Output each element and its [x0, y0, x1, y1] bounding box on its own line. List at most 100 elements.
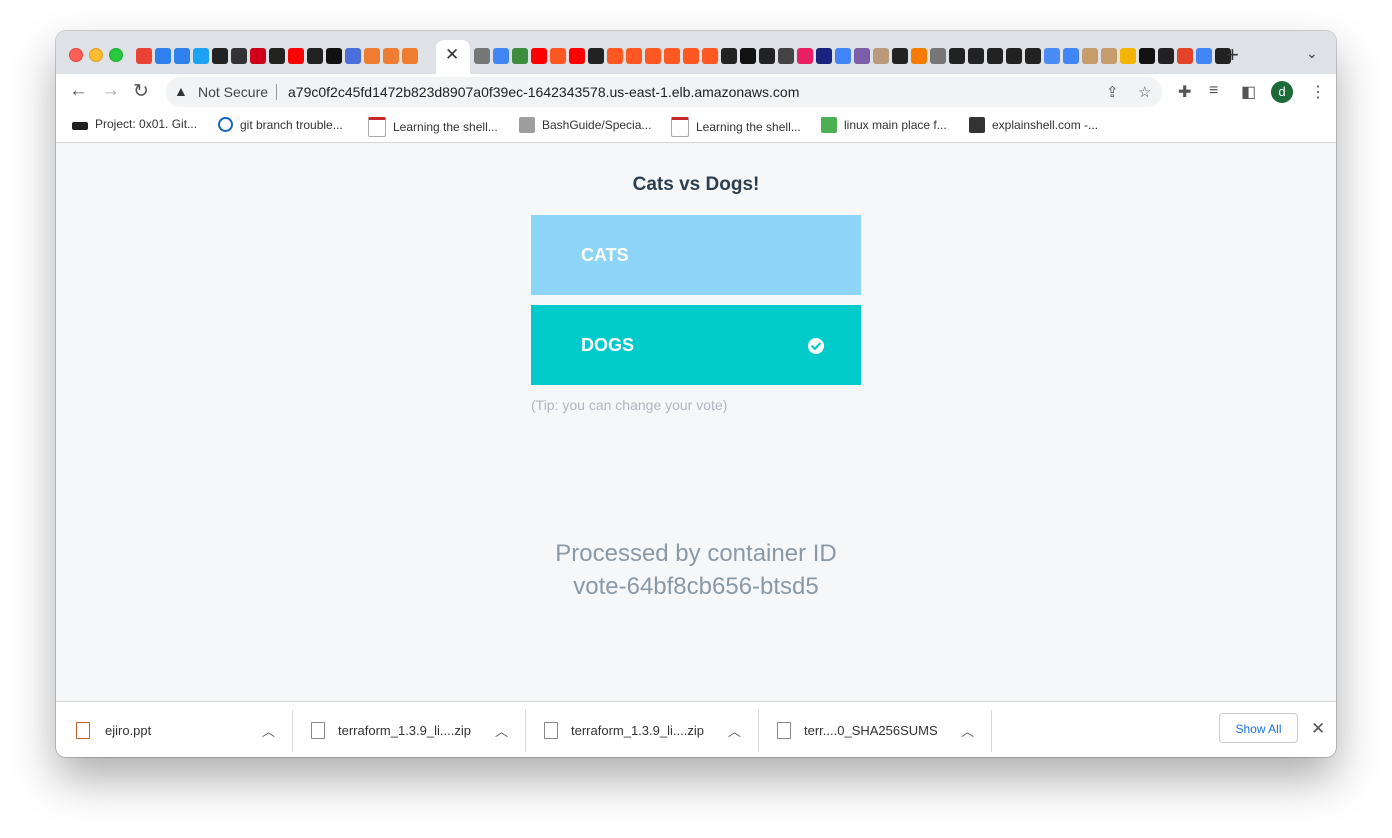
tab-favicon[interactable] — [664, 48, 680, 64]
tab-favicon[interactable] — [968, 48, 984, 64]
tab-favicon[interactable] — [345, 48, 361, 64]
tab-search-chevron-icon[interactable]: ⌄ — [1306, 45, 1318, 62]
close-tab-icon[interactable]: ✕ — [445, 45, 459, 65]
share-icon[interactable]: ⇪ — [1106, 83, 1119, 101]
reload-icon[interactable]: ↻ — [133, 80, 149, 103]
chevron-up-icon[interactable]: ︿ — [495, 721, 508, 740]
tab-favicon[interactable] — [212, 48, 228, 64]
chevron-up-icon[interactable]: ︿ — [262, 721, 275, 740]
warning-icon[interactable]: ▲ — [174, 83, 188, 99]
download-item[interactable]: ejiro.ppt ︿ — [56, 702, 292, 757]
tab-favicon[interactable] — [1158, 48, 1174, 64]
window-close-button[interactable] — [69, 48, 83, 62]
bookmark-item[interactable]: BashGuide/Specia... — [519, 117, 651, 133]
reading-list-icon[interactable]: ≡ — [1209, 82, 1218, 100]
tab-favicon[interactable] — [136, 48, 152, 64]
tab-favicon[interactable] — [193, 48, 209, 64]
tab-favicon[interactable] — [288, 48, 304, 64]
explainshell-icon — [969, 117, 985, 133]
tab-favicon[interactable] — [873, 48, 889, 64]
tab-favicon[interactable] — [987, 48, 1003, 64]
new-tab-button[interactable]: + — [1226, 42, 1239, 68]
tab-favicon[interactable] — [155, 48, 171, 64]
tab-favicon[interactable] — [778, 48, 794, 64]
tab-favicon[interactable] — [383, 48, 399, 64]
extensions-puzzle-icon[interactable]: ✚ — [1178, 82, 1191, 102]
address-bar[interactable]: ▲ Not Secure a79c0f2c45fd1472b823d8907a0… — [166, 77, 1162, 107]
active-tab[interactable]: ✕ — [436, 40, 470, 74]
tab-favicon[interactable] — [1063, 48, 1079, 64]
tab-favicon[interactable] — [949, 48, 965, 64]
download-filename: terr....0_SHA256SUMS — [804, 723, 938, 738]
more-menu-icon[interactable]: ⋮ — [1310, 82, 1326, 102]
tab-favicon[interactable] — [607, 48, 623, 64]
show-all-downloads-button[interactable]: Show All — [1219, 713, 1298, 743]
tab-favicon[interactable] — [797, 48, 813, 64]
tab-favicon[interactable] — [174, 48, 190, 64]
tab-favicon[interactable] — [835, 48, 851, 64]
tab-favicon[interactable] — [892, 48, 908, 64]
ppt-file-icon — [76, 722, 90, 739]
tab-favicon[interactable] — [740, 48, 756, 64]
tab-favicon[interactable] — [1120, 48, 1136, 64]
window-maximize-button[interactable] — [109, 48, 123, 62]
bookmark-item[interactable]: git branch trouble... — [218, 117, 343, 132]
tab-favicon[interactable] — [474, 48, 490, 64]
tab-favicon[interactable] — [402, 48, 418, 64]
tab-favicon[interactable] — [364, 48, 380, 64]
tab-favicon[interactable] — [250, 48, 266, 64]
tab-favicon[interactable] — [854, 48, 870, 64]
tab-favicon[interactable] — [1101, 48, 1117, 64]
tab-favicon[interactable] — [930, 48, 946, 64]
close-downloads-icon[interactable]: ✕ — [1311, 719, 1325, 739]
tab-favicon[interactable] — [626, 48, 642, 64]
tab-favicon[interactable] — [512, 48, 528, 64]
tab-favicon[interactable] — [911, 48, 927, 64]
tab-favicon[interactable] — [1044, 48, 1060, 64]
side-panel-icon[interactable]: ◧ — [1241, 82, 1256, 102]
back-arrow-icon[interactable]: ← — [69, 80, 88, 102]
download-item[interactable]: terraform_1.3.9_li....zip ︿ — [526, 702, 758, 757]
bookmark-item[interactable]: linux main place f... — [821, 117, 947, 133]
tab-favicon[interactable] — [1139, 48, 1155, 64]
tab-favicon[interactable] — [1025, 48, 1041, 64]
browser-window: ✕ + ⌄ ← → ↻ ▲ Not Secure a79c0f2c45fd147… — [56, 31, 1336, 757]
url-text[interactable]: a79c0f2c45fd1472b823d8907a0f39ec-1642343… — [288, 84, 799, 100]
vote-dogs-button[interactable]: DOGS — [531, 305, 861, 385]
forward-arrow-icon[interactable]: → — [101, 80, 120, 102]
profile-avatar[interactable]: d — [1271, 81, 1293, 103]
bookmark-item[interactable]: explainshell.com -... — [969, 117, 1098, 133]
tab-favicon[interactable] — [683, 48, 699, 64]
tab-favicon[interactable] — [269, 48, 285, 64]
tab-favicon[interactable] — [307, 48, 323, 64]
tab-favicon[interactable] — [493, 48, 509, 64]
tab-favicon[interactable] — [759, 48, 775, 64]
tab-favicon[interactable] — [1177, 48, 1193, 64]
security-status[interactable]: Not Secure — [198, 84, 268, 100]
tab-favicon[interactable] — [550, 48, 566, 64]
tab-favicon[interactable] — [1082, 48, 1098, 64]
bookmark-star-icon[interactable]: ☆ — [1138, 83, 1151, 101]
download-item[interactable]: terraform_1.3.9_li....zip ︿ — [293, 702, 525, 757]
bookmark-item[interactable]: Project: 0x01. Git... — [72, 117, 197, 131]
page-title: Cats vs Dogs! — [632, 174, 760, 195]
vote-cats-button[interactable]: CATS — [531, 215, 861, 295]
tab-favicon[interactable] — [1196, 48, 1212, 64]
chevron-up-icon[interactable]: ︿ — [728, 721, 741, 740]
tab-favicon[interactable] — [569, 48, 585, 64]
download-item[interactable]: terr....0_SHA256SUMS ︿ — [759, 702, 991, 757]
tab-favicon[interactable] — [645, 48, 661, 64]
tab-favicon[interactable] — [816, 48, 832, 64]
tab-favicon[interactable] — [1006, 48, 1022, 64]
tab-favicon[interactable] — [326, 48, 342, 64]
chevron-up-icon[interactable]: ︿ — [961, 721, 974, 740]
omnibox-divider — [276, 84, 277, 100]
tab-favicon[interactable] — [588, 48, 604, 64]
tab-favicon[interactable] — [702, 48, 718, 64]
tab-favicon[interactable] — [721, 48, 737, 64]
bookmark-item[interactable]: Learning the shell... — [671, 117, 801, 137]
tab-favicon[interactable] — [231, 48, 247, 64]
tab-favicon[interactable] — [531, 48, 547, 64]
window-minimize-button[interactable] — [89, 48, 103, 62]
bookmark-item[interactable]: Learning the shell... — [368, 117, 498, 137]
